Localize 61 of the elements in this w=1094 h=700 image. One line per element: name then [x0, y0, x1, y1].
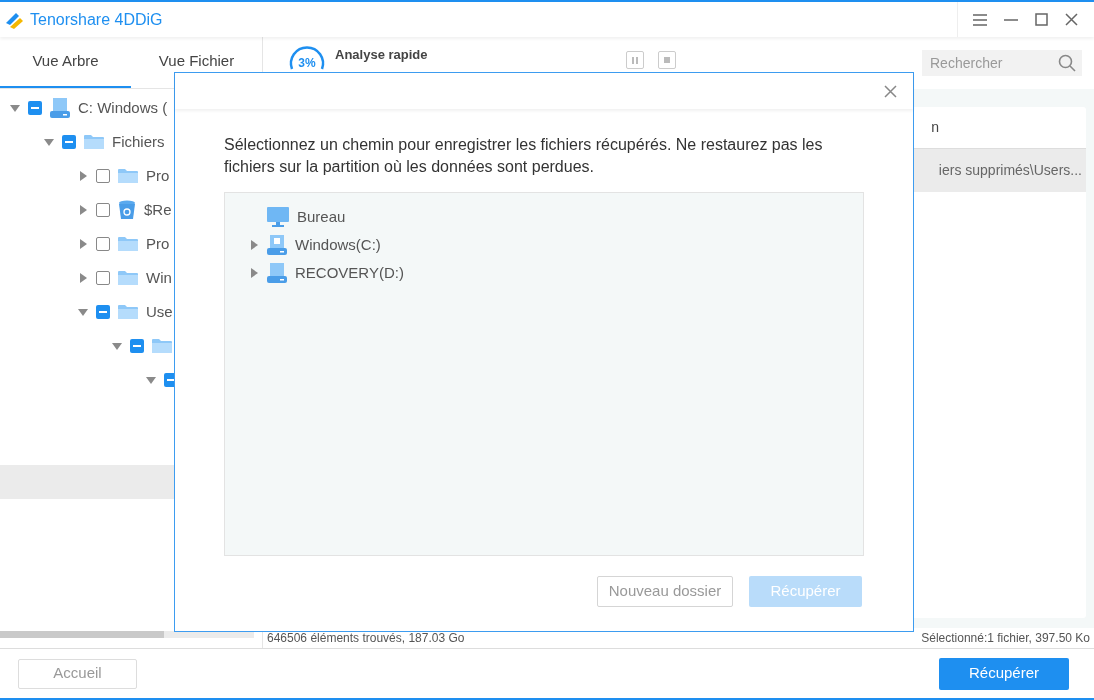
column-header[interactable]: n [931, 117, 939, 138]
folder-icon [84, 134, 104, 150]
tree-item-label[interactable]: C: Windows ( [78, 96, 168, 120]
search-field[interactable]: Rechercher [922, 50, 1082, 76]
monitor-icon [267, 207, 289, 227]
view-tab[interactable]: Vue Arbre [0, 37, 131, 88]
caret-down-icon[interactable] [78, 307, 88, 317]
caret-right-icon[interactable] [78, 205, 88, 215]
checkbox[interactable] [28, 101, 42, 115]
checkbox[interactable] [96, 203, 110, 217]
tree-item-label[interactable]: Pro [146, 232, 170, 256]
folder-icon [118, 168, 138, 184]
drive-icon [267, 235, 287, 255]
pause-button[interactable] [625, 51, 644, 69]
folder-icon [118, 270, 138, 286]
caret-right-icon[interactable] [78, 171, 88, 181]
checkbox[interactable] [96, 271, 110, 285]
caret-right-icon[interactable] [78, 239, 88, 249]
folder-icon [152, 338, 172, 354]
found-count: 646506 éléments trouvés, 187.03 Go [267, 630, 465, 647]
caret-down-icon[interactable] [44, 137, 54, 147]
checkbox[interactable] [96, 305, 110, 319]
checkbox[interactable] [62, 135, 76, 149]
location-item[interactable]: Windows(C:) [295, 233, 381, 257]
scan-title: Analyse rapide [335, 46, 428, 64]
recycle-bin-icon [118, 200, 136, 220]
selection-info: Sélectionné:1 fichier, 397.50 Ko [921, 630, 1090, 647]
menu-icon[interactable] [973, 13, 987, 26]
caret-right-icon[interactable] [249, 240, 259, 250]
caret-right-icon[interactable] [249, 268, 259, 278]
location-item[interactable]: Bureau [297, 205, 346, 229]
maximize-icon[interactable] [1035, 13, 1048, 26]
checkbox[interactable] [96, 237, 110, 251]
location-item[interactable]: RECOVERY(D:) [295, 261, 404, 285]
tree-item-label[interactable]: Use [146, 300, 173, 324]
view-tab[interactable]: Vue Fichier [131, 37, 262, 88]
tree-item-label[interactable]: Fichiers [112, 130, 165, 154]
table-cell-text: iers supprimés\Users... [938, 161, 1082, 180]
caret-down-icon[interactable] [10, 103, 20, 113]
search-icon[interactable] [1058, 54, 1076, 72]
logo-icon [4, 10, 24, 29]
close-icon[interactable] [1065, 13, 1078, 26]
folder-icon [118, 304, 138, 320]
caret-down-icon[interactable] [112, 341, 122, 351]
dialog-message: Sélectionnez un chemin pour enregistrer les fichiers récupérés. Ne restaurez pas les fichiers sur la partition où les données sont perdues. [224, 135, 824, 177]
drive-icon [267, 263, 287, 283]
progress-percent: 3% [298, 55, 316, 72]
folder-icon [118, 236, 138, 252]
checkbox[interactable] [130, 339, 144, 353]
app-title: Tenorshare 4DDiG [30, 9, 163, 30]
minimize-icon[interactable] [1004, 18, 1018, 21]
horizontal-scrollbar[interactable] [0, 631, 254, 638]
tree-item-label[interactable]: Pro [146, 164, 170, 188]
drive-icon [50, 98, 70, 118]
tree-item-label[interactable]: $Re [144, 198, 172, 222]
checkbox[interactable] [96, 169, 110, 183]
tree-item-label[interactable]: Win [146, 266, 172, 290]
caret-right-icon[interactable] [78, 273, 88, 283]
caret-down-icon[interactable] [146, 375, 156, 385]
close-icon[interactable] [884, 84, 897, 98]
stop-button[interactable] [657, 51, 676, 69]
